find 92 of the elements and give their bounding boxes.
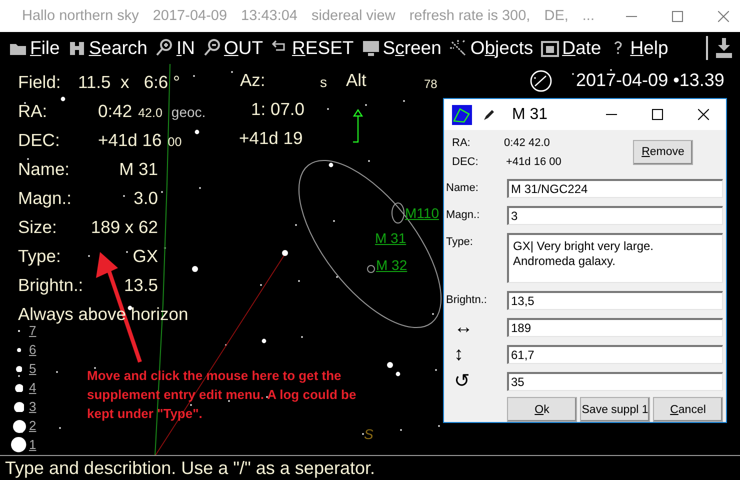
compass-label: S (364, 426, 374, 442)
pencil-icon (482, 108, 496, 122)
input-field[interactable]: 35 (507, 372, 723, 391)
magnitude-label: 4 (29, 380, 36, 395)
field-label: Magn.: (446, 208, 480, 223)
menu-item[interactable]: IN (154, 37, 200, 59)
info-value: +41d 16 (98, 130, 162, 151)
menu-item[interactable]: Objects (448, 37, 538, 59)
altitude-label: Alt (346, 70, 366, 90)
field-value: 11.5 x 6.6 ° (78, 72, 180, 93)
minimize-icon (606, 114, 616, 115)
info-value-minor: 42.0 (138, 106, 162, 120)
magnitude-label: 7 (29, 323, 36, 338)
monitor-icon (360, 38, 381, 58)
azimuth-value: s (320, 74, 327, 90)
info-label: Name: (18, 159, 71, 180)
magnitude-label: 6 (29, 342, 36, 357)
info-note: geoc. (171, 104, 206, 120)
ra-value: 0:42 42.0 (504, 136, 550, 148)
dialog-button[interactable]: Cancel (653, 397, 723, 422)
magnitude-label: 1 (29, 437, 36, 452)
menu-item[interactable]: File (8, 37, 65, 59)
info-label: Magn.: (18, 188, 72, 209)
dec-label: DEC: (452, 156, 478, 168)
field-symbol: ↕ (453, 345, 464, 364)
field-label: Name: (446, 181, 478, 196)
dec-value: +41d 19 (239, 128, 303, 148)
object-label[interactable]: M 31 (375, 230, 406, 246)
magnitude-dot-icon (12, 420, 26, 432)
zoom-out-icon (202, 38, 222, 58)
menu-item[interactable]: Date (540, 37, 606, 59)
remove-button[interactable]: Remove (633, 140, 693, 164)
info-value: 0:42 (98, 101, 132, 122)
input-field[interactable]: M 31/NGC224 (507, 179, 723, 198)
close-icon (698, 109, 708, 120)
dec-value: +41d 16 00 (505, 156, 562, 168)
window-title: 13:43:04 (241, 8, 298, 24)
date-time: 2017-04-09 •13.39 (576, 70, 724, 90)
text-area[interactable]: GX| Very bright very large. Andromeda galaxy. (507, 233, 723, 283)
maximize-icon (652, 109, 662, 120)
status-bar: Type and describtion. Use a "/" as a seperator. (0, 455, 740, 480)
maximize-icon (672, 10, 683, 22)
sparkle-icon (448, 38, 468, 58)
magnitude-dot-icon (14, 402, 24, 412)
menu-item[interactable]: Search (66, 37, 152, 59)
dialog-button[interactable]: Save suppl 1 (580, 397, 650, 422)
menu-item[interactable]: Help (608, 37, 674, 59)
clock-icon (529, 69, 553, 93)
ra-value: 1: 07.0 (251, 99, 305, 119)
dialog-button[interactable]: Ok (507, 397, 577, 422)
field-label: Field: (18, 72, 62, 93)
menu-item[interactable]: RESET (270, 37, 359, 59)
info-value: 13.5 (124, 275, 158, 296)
magnitude-label: 3 (29, 399, 36, 414)
window-title: ... (582, 8, 594, 24)
field-label: Type: (446, 235, 473, 250)
magnitude-label: 2 (29, 418, 36, 433)
info-value: M 31 (119, 159, 158, 180)
info-label: RA: (18, 101, 48, 122)
azimuth-label: Az: (240, 70, 266, 90)
window-title: sidereal view (311, 8, 396, 24)
menu-item[interactable]: Screen (360, 37, 446, 59)
info-value: 189 x 62 (90, 217, 158, 238)
object-label[interactable]: M 32 (376, 257, 408, 273)
window-title: refresh rate is 300, (409, 8, 530, 24)
altitude-value: 78 (424, 77, 438, 91)
input-field[interactable]: 13,5 (507, 291, 723, 310)
app-icon (452, 104, 472, 124)
window-title: Hallo northern sky (22, 8, 139, 24)
calendar-icon (540, 38, 560, 58)
window-title: DE, (544, 8, 568, 24)
object-label[interactable]: M110 (405, 205, 439, 221)
close-icon (718, 10, 729, 22)
input-field[interactable]: 189 (507, 318, 723, 337)
field-symbol: ↺ (453, 372, 470, 391)
input-field[interactable]: 3 (507, 206, 723, 225)
field-symbol: ↔ (453, 318, 473, 337)
menu-item[interactable]: OUT (202, 37, 268, 59)
info-value: GX (132, 246, 158, 267)
zoom-in-icon (154, 38, 174, 58)
arrow-icon (352, 108, 364, 144)
field-label: Brightn.: (446, 293, 487, 308)
info-value-minor: 00 (168, 135, 182, 149)
dialog-title: M 31 (512, 106, 548, 124)
info-label: Brightn.: (18, 275, 84, 296)
info-value: 3.0 (134, 188, 158, 209)
info-label: DEC: (18, 130, 61, 151)
input-field[interactable]: 61,7 (507, 345, 723, 364)
info-label: Type: (18, 246, 62, 267)
window-title: 2017-04-09 (152, 8, 228, 24)
ra-label: RA: (452, 136, 470, 148)
magnitude-label: 5 (29, 361, 36, 376)
